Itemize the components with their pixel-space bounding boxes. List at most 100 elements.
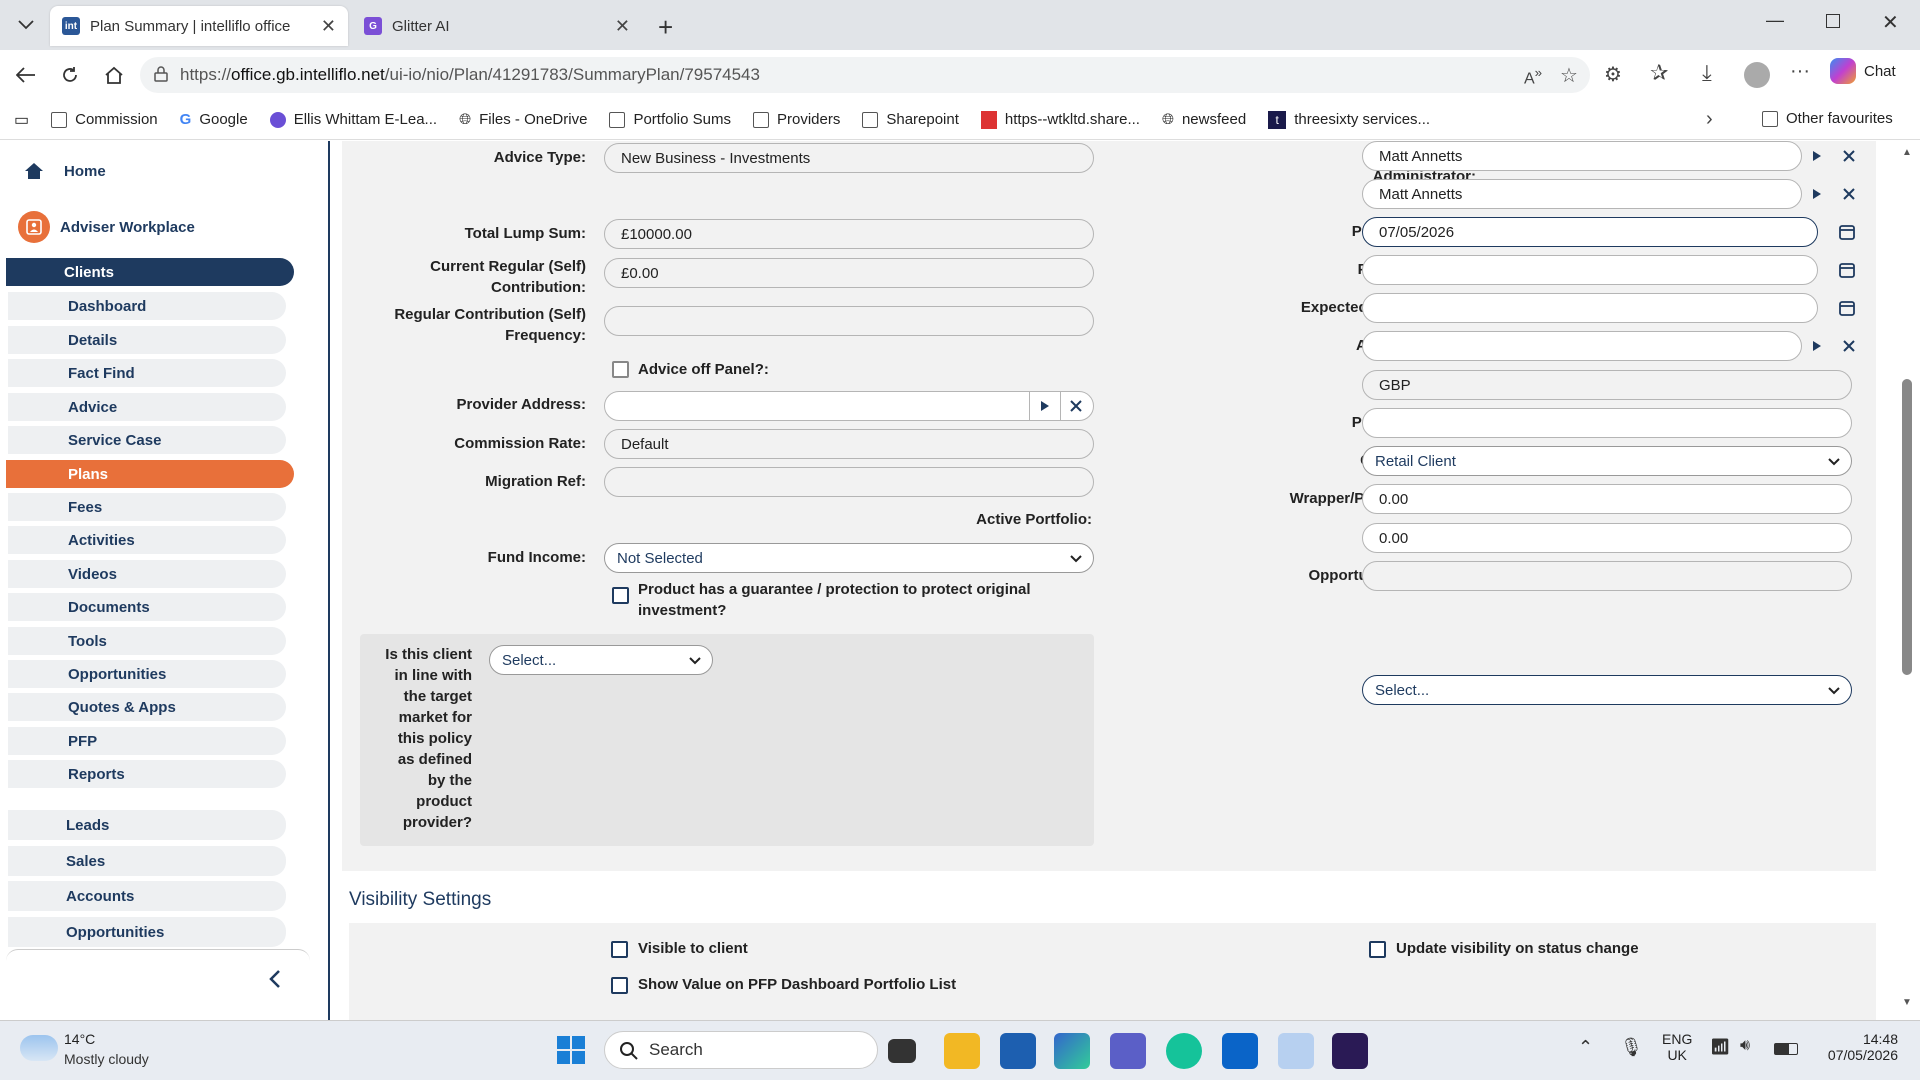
close-window-icon[interactable]: ✕ xyxy=(1882,10,1899,35)
weather-temperature[interactable]: 14°C xyxy=(64,1031,95,1047)
sidebar-item-tools[interactable]: Tools xyxy=(8,627,286,655)
sidebar-item-advice[interactable]: Advice xyxy=(8,393,286,421)
fav-other-favourites[interactable]: Other favourites xyxy=(1762,110,1893,127)
show-hidden-icons-chevron-icon[interactable]: ⌃ xyxy=(1578,1037,1593,1058)
sidebar-item-clients[interactable]: Clients xyxy=(6,258,294,286)
regular-frequency-field[interactable] xyxy=(604,306,1094,336)
sidebar-group-opportunities[interactable]: Opportunities xyxy=(8,917,286,947)
provider-address-field[interactable] xyxy=(604,391,1094,421)
restore-icon[interactable] xyxy=(1826,14,1840,28)
weather-condition[interactable]: Mostly cloudy xyxy=(64,1051,149,1067)
edge-icon[interactable] xyxy=(1054,1033,1090,1069)
minimize-icon[interactable]: — xyxy=(1766,10,1784,31)
language-indicator[interactable]: ENG UK xyxy=(1662,1031,1692,1063)
current-regular-field[interactable]: £0.00 xyxy=(604,258,1094,288)
provider-address-clear-icon[interactable] xyxy=(1060,391,1090,421)
read-aloud-icon[interactable]: A» xyxy=(1524,65,1542,88)
page-scrollbar[interactable]: ▲ ▼ xyxy=(1894,141,1920,1020)
total-lump-sum-field[interactable]: £10000.00 xyxy=(604,219,1094,249)
portal-reference-field[interactable] xyxy=(1362,408,1852,438)
sidebar-item-opportunities[interactable]: Opportunities xyxy=(8,660,286,688)
sidebar-item-reports[interactable]: Reports xyxy=(8,760,286,788)
update-visibility-checkbox[interactable] xyxy=(1369,941,1386,958)
scroll-down-icon[interactable]: ▼ xyxy=(1902,997,1912,1008)
tab-glitter-ai[interactable]: G Glitter AI ✕ xyxy=(352,6,642,46)
sidebar-item-dashboard[interactable]: Dashboard xyxy=(8,292,286,320)
outlook-icon[interactable] xyxy=(1222,1033,1258,1069)
calendar-icon[interactable] xyxy=(1832,255,1862,285)
policy-end-field[interactable] xyxy=(1362,255,1818,285)
servicing-admin-play-icon[interactable] xyxy=(1802,141,1832,171)
sidebar-item-service-case[interactable]: Service Case xyxy=(8,426,286,454)
calendar-icon[interactable] xyxy=(1832,217,1862,247)
commission-rate-field[interactable]: Default xyxy=(604,429,1094,459)
sidebar-adviser-workplace[interactable]: Adviser Workplace xyxy=(0,207,195,247)
battery-icon[interactable] xyxy=(1774,1043,1798,1055)
fav-newsfeed[interactable]: 🌐︎ newsfeed xyxy=(1162,111,1246,128)
download-icon[interactable]: ⤓ xyxy=(1702,60,1712,86)
policy-start-field[interactable]: 07/05/2026 xyxy=(1362,217,1818,247)
migration-ref-field[interactable] xyxy=(604,467,1094,497)
tab-list-chevron-icon[interactable] xyxy=(8,7,44,43)
fav-providers[interactable]: Providers xyxy=(752,111,840,128)
client-category-select[interactable]: Retail Client xyxy=(1362,446,1852,476)
volume-icon[interactable]: 🔊︎ xyxy=(1740,1037,1750,1055)
fav-wtkltd[interactable]: https--wtkltd.share... xyxy=(980,110,1140,129)
sidebar-item-fees[interactable]: Fees xyxy=(8,493,286,521)
new-tab-plus-icon[interactable]: + xyxy=(658,12,673,43)
fav-portfolio-sums[interactable]: Portfolio Sums xyxy=(609,111,731,128)
fav-onedrive[interactable]: 🌐︎ Files - OneDrive xyxy=(459,111,587,128)
sidebar-item-pfp[interactable]: PFP xyxy=(8,727,286,755)
clock[interactable]: 14:48 07/05/2026 xyxy=(1818,1031,1898,1063)
visible-to-client-checkbox[interactable] xyxy=(611,941,628,958)
close-tab-icon[interactable]: ✕ xyxy=(615,16,630,37)
proposition-select[interactable]: Select... xyxy=(1362,675,1852,705)
fav-commission[interactable]: Commission xyxy=(51,111,158,128)
scroll-up-icon[interactable]: ▲ xyxy=(1902,147,1912,158)
calendar-icon[interactable] xyxy=(1832,293,1862,323)
fund-charges-field[interactable]: 0.00 xyxy=(1362,523,1852,553)
sidebar-item-activities[interactable]: Activities xyxy=(8,526,286,554)
file-explorer-icon[interactable] xyxy=(944,1033,980,1069)
snipping-tool-icon[interactable] xyxy=(1278,1033,1314,1069)
paraplanner-field[interactable]: Matt Annetts xyxy=(1362,179,1802,209)
advice-type-field[interactable]: New Business - Investments xyxy=(604,143,1094,173)
extensions-icon[interactable]: ⚙ xyxy=(1604,62,1622,87)
tab-plan-summary[interactable]: int Plan Summary | intelliflo office ✕ xyxy=(50,6,348,46)
advice-off-panel-checkbox[interactable] xyxy=(612,361,629,378)
fav-ellis-whittam[interactable]: Ellis Whittam E-Lea... xyxy=(269,111,437,128)
fav-sharepoint[interactable]: Sharepoint xyxy=(862,111,959,128)
sidebar-home[interactable]: Home xyxy=(0,151,106,191)
provider-address-play-icon[interactable] xyxy=(1029,391,1059,421)
sidebar-item-plans[interactable]: Plans xyxy=(6,460,294,488)
more-options-icon[interactable]: ··· xyxy=(1790,60,1810,83)
close-tab-icon[interactable]: ✕ xyxy=(321,16,336,37)
paraplanner-play-icon[interactable] xyxy=(1802,179,1832,209)
sidebar-group-sales[interactable]: Sales xyxy=(8,846,286,876)
sidebar-item-documents[interactable]: Documents xyxy=(8,593,286,621)
copilot-chat-button[interactable]: Chat xyxy=(1830,58,1896,84)
collections-icon[interactable]: ▭ xyxy=(14,110,29,130)
wifi-icon[interactable]: 📶︎ xyxy=(1710,1037,1730,1057)
collapse-sidebar-chevron-icon[interactable] xyxy=(268,969,282,989)
store-icon[interactable] xyxy=(1000,1033,1036,1069)
microphone-icon[interactable]: 🎙︎ xyxy=(1620,1037,1643,1058)
show-value-pfp-checkbox[interactable] xyxy=(611,977,628,994)
back-arrow-icon[interactable] xyxy=(8,57,44,93)
home-icon[interactable] xyxy=(96,57,132,93)
sidebar-item-fact-find[interactable]: Fact Find xyxy=(8,359,286,387)
agency-number-play-icon[interactable] xyxy=(1802,331,1832,361)
task-view-icon[interactable] xyxy=(888,1039,916,1063)
currency-field[interactable]: GBP xyxy=(1362,370,1852,400)
expected-payment-field[interactable] xyxy=(1362,293,1818,323)
agency-number-field[interactable] xyxy=(1362,331,1802,361)
wrapper-charge-field[interactable]: 0.00 xyxy=(1362,484,1852,514)
paraplanner-clear-icon[interactable] xyxy=(1834,179,1864,209)
agency-number-clear-icon[interactable] xyxy=(1834,331,1864,361)
target-market-select[interactable]: Select... xyxy=(489,645,713,675)
sidebar-group-leads[interactable]: Leads xyxy=(8,810,286,840)
fund-income-select[interactable]: Not Selected xyxy=(604,543,1094,573)
guarantee-checkbox[interactable] xyxy=(612,587,629,604)
servicing-admin-clear-icon[interactable] xyxy=(1834,141,1864,171)
windows-start-icon[interactable] xyxy=(556,1035,586,1065)
